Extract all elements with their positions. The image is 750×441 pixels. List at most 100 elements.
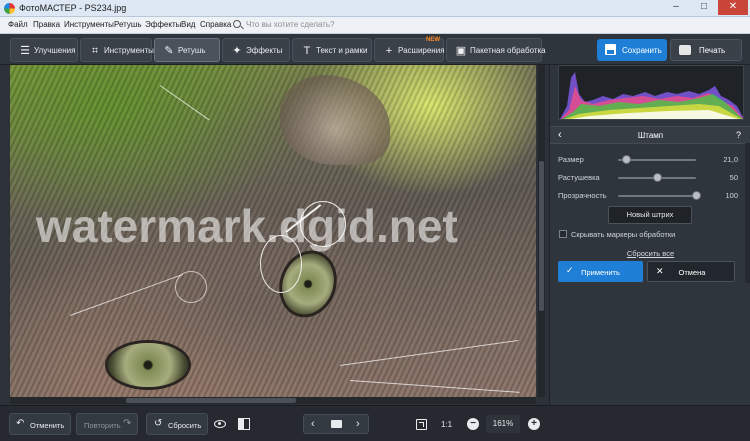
file-navigation: ‹ › [303, 414, 369, 434]
tab-effects[interactable]: ✦ Эффекты [222, 38, 290, 62]
hide-markers-label: Скрывать маркеры обработки [571, 230, 676, 239]
app-logo-icon [4, 3, 15, 14]
tab-batch-processing[interactable]: ▣ Пакетная обработка [446, 38, 546, 62]
vertical-scrollbar[interactable] [538, 65, 545, 397]
feather-label: Растушевка [558, 173, 600, 182]
tab-tools[interactable]: ⌗ Инструменты [80, 38, 154, 62]
scroll-thumb[interactable] [539, 161, 544, 311]
panel-title: Штамп [637, 131, 664, 140]
search-icon[interactable] [233, 20, 241, 28]
reset-button[interactable]: ↺ Сбросить [146, 413, 208, 435]
help-icon[interactable]: ? [736, 130, 741, 140]
clone-stamp-marker[interactable] [175, 271, 207, 303]
panel-scrollbar[interactable] [745, 143, 750, 283]
reset-icon: ↺ [154, 418, 163, 429]
opacity-slider-row: Прозрачность 100 [558, 189, 744, 203]
brush-icon: ✎ [164, 45, 174, 57]
crop-icon: ⌗ [91, 45, 99, 57]
opacity-label: Прозрачность [558, 191, 607, 200]
size-value: 21,0 [723, 155, 738, 164]
tab-extensions[interactable]: + Расширения NEW [374, 37, 445, 62]
new-stroke-button[interactable]: Новый штрих [608, 206, 692, 224]
undo-label: Отменить [30, 421, 65, 430]
compare-icon[interactable] [238, 418, 250, 430]
hide-markers-checkbox[interactable] [559, 230, 567, 238]
menu-item-view[interactable]: Вид [181, 20, 195, 29]
tab-label: Текст и рамки [316, 46, 368, 55]
menu-item-edit[interactable]: Правка [33, 20, 60, 29]
new-badge: NEW [426, 37, 440, 43]
opacity-slider-knob[interactable] [692, 191, 701, 200]
canvas-area: watermark.dgid.net [0, 65, 549, 405]
chevron-left-icon[interactable]: ‹ [311, 418, 315, 430]
tab-label: Расширения [398, 46, 445, 55]
command-search-input[interactable]: Что вы хотите сделать? [246, 20, 334, 29]
close-button[interactable]: ✕ [718, 0, 748, 15]
chevron-right-icon[interactable]: › [356, 418, 360, 430]
histogram-graph [560, 72, 743, 119]
eye-icon[interactable] [214, 420, 226, 428]
feather-slider-row: Растушевка 50 [558, 171, 744, 185]
menu-item-file[interactable]: Файл [8, 20, 28, 29]
size-label: Размер [558, 155, 584, 164]
print-button[interactable]: Печать [670, 39, 742, 61]
title-bar: ФотоМАСТЕР - PS234.jpg – □ ✕ [0, 0, 750, 17]
menu-item-tools[interactable]: Инструменты [64, 20, 114, 29]
scroll-thumb[interactable] [126, 398, 296, 403]
menu-item-retouch[interactable]: Ретушь [114, 20, 142, 29]
cancel-button[interactable]: ✕ Отмена [647, 261, 735, 282]
magic-wand-icon: ✦ [232, 45, 242, 57]
tab-label: Улучшения [34, 46, 76, 55]
save-label: Сохранить [622, 46, 662, 55]
printer-icon [679, 45, 691, 55]
size-slider-row: Размер 21,0 [558, 153, 744, 167]
reset-all-link[interactable]: Сбросить все [550, 249, 750, 258]
zoom-out-icon[interactable]: − [467, 418, 479, 430]
folder-icon[interactable] [331, 420, 342, 428]
undo-icon: ↶ [16, 418, 25, 429]
tab-text-frames[interactable]: T Текст и рамки [292, 38, 372, 62]
undo-button[interactable]: ↶ Отменить [9, 413, 71, 435]
tab-label: Пакетная обработка [470, 46, 546, 55]
sliders-icon: ☰ [20, 45, 30, 57]
tab-retouch[interactable]: ✎ Ретушь [154, 38, 220, 62]
cat-eye-lower [108, 343, 188, 387]
menu-item-help[interactable]: Справка [200, 20, 231, 29]
batch-icon: ▣ [455, 45, 467, 57]
text-icon: T [303, 45, 311, 57]
zoom-value[interactable]: 161% [486, 415, 520, 433]
clone-source-marker[interactable] [300, 201, 346, 247]
apply-button[interactable]: ✓ Применить [558, 261, 643, 282]
fit-to-screen-icon[interactable] [416, 419, 427, 430]
zoom-in-icon[interactable]: + [528, 418, 540, 430]
menu-bar: Файл Правка Инструменты Ретушь Эффекты В… [0, 17, 750, 34]
tab-label: Инструменты [104, 46, 154, 55]
zoom-1to1-button[interactable]: 1:1 [441, 420, 452, 429]
window-title: ФотоМАСТЕР - PS234.jpg [19, 3, 127, 13]
horizontal-scrollbar[interactable] [10, 397, 536, 404]
photo-canvas[interactable]: watermark.dgid.net [10, 65, 536, 397]
redo-label: Повторить [84, 421, 121, 430]
size-slider-knob[interactable] [621, 155, 631, 164]
tab-enhancements[interactable]: ☰ Улучшения [10, 38, 78, 62]
clone-target-marker[interactable] [260, 235, 302, 293]
tab-label: Эффекты [246, 46, 283, 55]
print-label: Печать [699, 46, 726, 55]
redo-icon: ↷ [123, 418, 132, 429]
histogram [558, 65, 744, 120]
plus-icon: + [385, 45, 393, 57]
minimize-button[interactable]: – [662, 0, 690, 15]
save-button[interactable]: Сохранить [597, 39, 667, 61]
slider-track[interactable] [618, 195, 696, 197]
main-toolbar: ☰ Улучшения ⌗ Инструменты ✎ Ретушь ✦ Эфф… [0, 34, 750, 65]
menu-item-effects[interactable]: Эффекты [145, 20, 181, 29]
hide-markers-option[interactable]: Скрывать маркеры обработки [558, 230, 744, 240]
bottom-bar: ↶ Отменить Повторить ↷ ↺ Сбросить ‹ › 1:… [0, 405, 750, 441]
opacity-value: 100 [725, 191, 738, 200]
apply-label: Применить [581, 268, 620, 277]
redo-button[interactable]: Повторить ↷ [76, 413, 138, 435]
feather-slider-knob[interactable] [653, 173, 662, 182]
maximize-button[interactable]: □ [690, 0, 718, 15]
panel-header: ‹ Штамп ? [550, 126, 750, 144]
watermark-text: watermark.dgid.net [36, 200, 458, 252]
